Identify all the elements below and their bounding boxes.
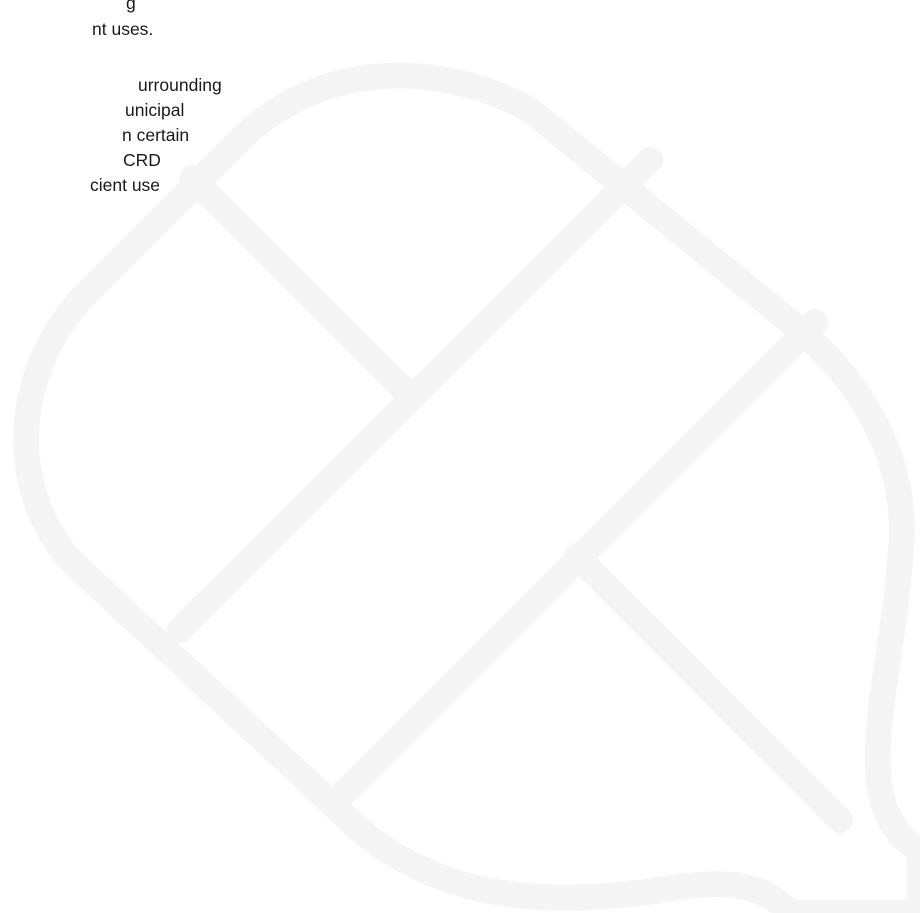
paragraph-2-line-4: CRD bbox=[123, 150, 161, 170]
paragraph-2-line-5: cient use bbox=[90, 175, 161, 195]
watermark-outline bbox=[13, 62, 920, 913]
paragraph-2-line-1: urrounding bbox=[138, 75, 222, 95]
document-page: g nt uses. urrounding unicipal n certain… bbox=[0, 0, 920, 913]
paragraph-2: urrounding unicipal n certain CRD cient … bbox=[0, 73, 222, 198]
watermark-line-4 bbox=[564, 543, 853, 833]
paragraph-1-line-2: nt uses. bbox=[92, 19, 154, 39]
watermark-line-1 bbox=[179, 165, 421, 407]
paragraph-1-line-1: g bbox=[126, 0, 136, 13]
paragraph-2-line-3: n certain bbox=[122, 125, 190, 145]
paragraph-2-line-2: unicipal bbox=[125, 100, 185, 120]
